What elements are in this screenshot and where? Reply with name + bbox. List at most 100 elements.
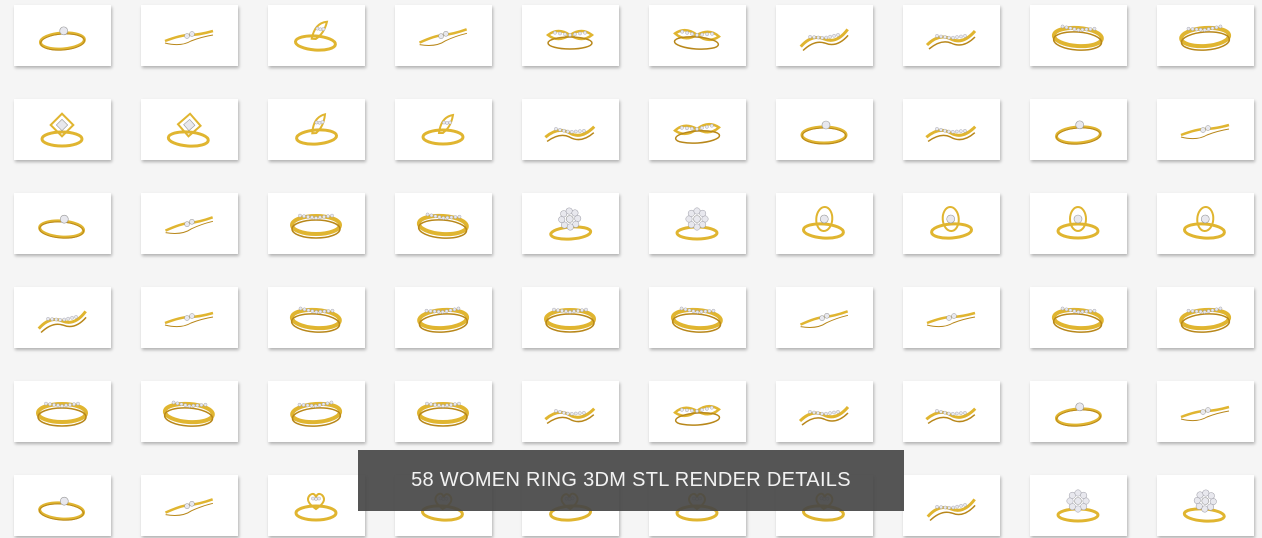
title-banner: 58 WOMEN RING 3DM STL RENDER DETAILS [358,450,904,511]
ring-thumbnail[interactable] [395,99,492,160]
ring-thumbnail[interactable] [395,287,492,348]
ring-thumbnail[interactable] [1157,287,1254,348]
ring-thumbnail[interactable] [14,381,111,442]
ring-leaf-icon [268,99,365,160]
ring-band-icon [268,287,365,348]
ring-thumbnail[interactable] [649,381,746,442]
ring-band-icon [1030,287,1127,348]
ring-infinity-icon [649,5,746,66]
ring-thumbnail[interactable] [776,287,873,348]
ring-thumbnail[interactable] [14,475,111,536]
ring-band-icon [268,381,365,442]
ring-thumbnail[interactable] [903,287,1000,348]
ring-thumbnail[interactable] [14,287,111,348]
ring-thumbnail[interactable] [522,287,619,348]
ring-bypass-icon [1157,99,1254,160]
ring-halo-icon [776,193,873,254]
ring-thumbnail[interactable] [268,193,365,254]
ring-wave-icon [903,99,1000,160]
banner-title: 58 WOMEN RING 3DM STL RENDER DETAILS [411,469,851,491]
ring-band-icon [1157,287,1254,348]
ring-band-icon [395,287,492,348]
ring-bypass-icon [1157,381,1254,442]
ring-thumbnail[interactable] [1157,193,1254,254]
ring-thumbnail[interactable] [268,475,365,536]
ring-thumbnail[interactable] [141,381,238,442]
ring-band-icon [522,287,619,348]
ring-thumbnail[interactable] [395,5,492,66]
ring-band-icon [141,381,238,442]
ring-thumbnail[interactable] [903,193,1000,254]
ring-thumbnail[interactable] [1157,381,1254,442]
ring-thumbnail[interactable] [776,99,873,160]
ring-halo-icon [1030,193,1127,254]
ring-band-icon [395,381,492,442]
ring-bypass-icon [776,287,873,348]
ring-thumbnail[interactable] [14,193,111,254]
ring-infinity-icon [649,99,746,160]
ring-thumbnail[interactable] [268,287,365,348]
ring-thumbnail[interactable] [522,193,619,254]
ring-band-icon [1157,5,1254,66]
ring-thumbnail[interactable] [14,5,111,66]
ring-solitaire-icon [1030,99,1127,160]
ring-thumbnail[interactable] [903,475,1000,536]
ring-thumbnail[interactable] [141,193,238,254]
ring-wave-icon [776,5,873,66]
ring-thumbnail[interactable] [903,5,1000,66]
ring-thumbnail[interactable] [522,381,619,442]
ring-thumbnail[interactable] [1030,99,1127,160]
ring-thumbnail[interactable] [268,381,365,442]
ring-thumbnail[interactable] [268,99,365,160]
ring-wave-icon [522,99,619,160]
ring-halo-icon [903,193,1000,254]
ring-wave-icon [903,475,1000,536]
ring-bypass-icon [141,5,238,66]
ring-band-icon [1030,5,1127,66]
ring-thumbnail[interactable] [649,193,746,254]
ring-flower-icon [649,193,746,254]
ring-solitaire-icon [1030,381,1127,442]
ring-band-icon [395,193,492,254]
ring-thumbnail[interactable] [1157,475,1254,536]
ring-thumbnail[interactable] [141,287,238,348]
ring-thumbnail[interactable] [1157,5,1254,66]
ring-wave-icon [903,5,1000,66]
ring-thumbnail[interactable] [903,99,1000,160]
ring-thumbnail[interactable] [1157,99,1254,160]
ring-square-halo-icon [14,99,111,160]
ring-infinity-icon [649,381,746,442]
ring-thumbnail[interactable] [776,5,873,66]
ring-thumbnail[interactable] [522,5,619,66]
ring-thumbnail[interactable] [649,287,746,348]
ring-wave-icon [903,381,1000,442]
ring-bypass-icon [395,5,492,66]
ring-thumbnail[interactable] [268,5,365,66]
ring-thumbnail[interactable] [1030,287,1127,348]
ring-heart-icon [268,475,365,536]
ring-thumbnail[interactable] [14,99,111,160]
ring-thumbnail[interactable] [1030,193,1127,254]
ring-bypass-icon [141,193,238,254]
ring-thumbnail[interactable] [776,381,873,442]
ring-thumbnail[interactable] [395,193,492,254]
ring-thumbnail[interactable] [903,381,1000,442]
ring-halo-icon [1157,193,1254,254]
ring-thumbnail[interactable] [141,475,238,536]
ring-thumbnail[interactable] [1030,475,1127,536]
ring-leaf-icon [268,5,365,66]
ring-bypass-icon [141,475,238,536]
ring-thumbnail[interactable] [776,193,873,254]
ring-bypass-icon [903,287,1000,348]
ring-thumbnail[interactable] [141,5,238,66]
ring-thumbnail[interactable] [649,99,746,160]
ring-solitaire-icon [14,193,111,254]
ring-thumbnail[interactable] [1030,5,1127,66]
ring-wave-icon [522,381,619,442]
ring-thumbnail[interactable] [522,99,619,160]
ring-thumbnail[interactable] [141,99,238,160]
ring-thumbnail[interactable] [1030,381,1127,442]
ring-thumbnail[interactable] [395,381,492,442]
ring-thumbnail[interactable] [649,5,746,66]
ring-wave-icon [776,381,873,442]
